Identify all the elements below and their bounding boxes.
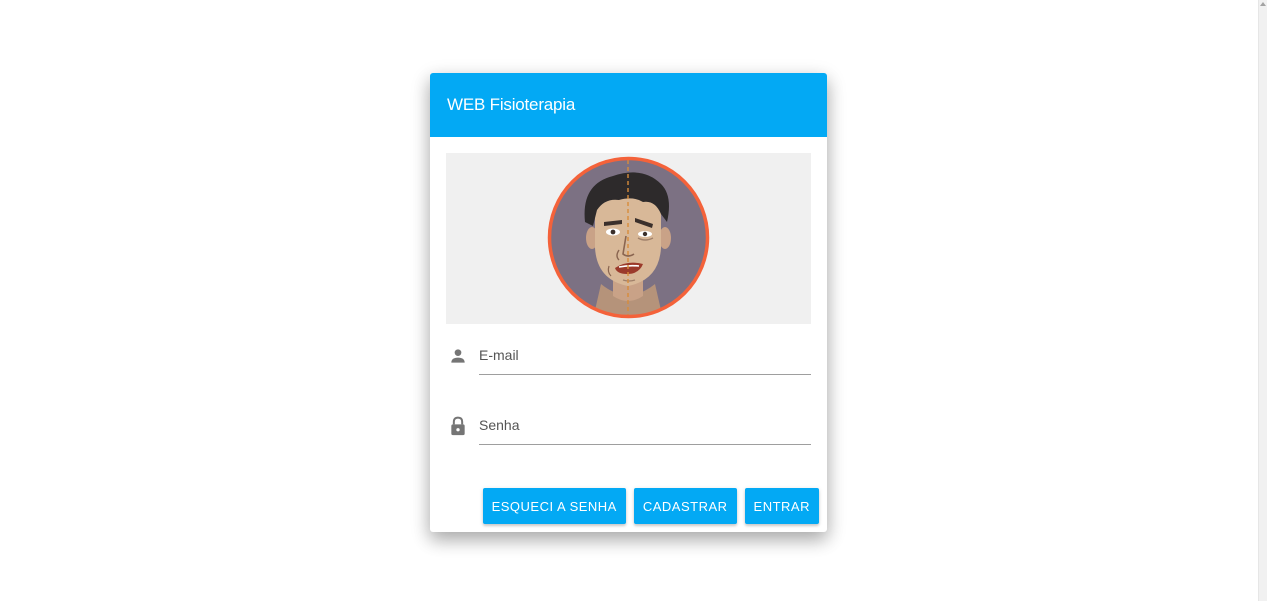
password-input[interactable] [479, 406, 811, 445]
register-button[interactable]: Cadastrar [633, 488, 737, 524]
card-header: WEB Fisioterapia [430, 73, 827, 137]
app-title: WEB Fisioterapia [447, 95, 576, 114]
forgot-password-button[interactable]: Esqueci a senha [482, 488, 626, 524]
lock-icon [451, 416, 465, 436]
password-field-group [446, 406, 811, 446]
scroll-up-arrow-icon[interactable] [1260, 2, 1266, 6]
email-field-group [446, 336, 811, 376]
face-avatar-icon [547, 156, 710, 319]
person-icon [451, 349, 465, 363]
email-input[interactable] [479, 336, 811, 375]
page-scrollbar[interactable] [1258, 0, 1267, 601]
login-card: WEB Fisioterapia E-mail ESQUECI A SENHA … [430, 73, 827, 532]
face-illustration-panel [446, 153, 811, 324]
login-button[interactable]: Entrar [744, 488, 819, 524]
card-actions: Esqueci a senha Cadastrar Entrar [482, 488, 819, 524]
